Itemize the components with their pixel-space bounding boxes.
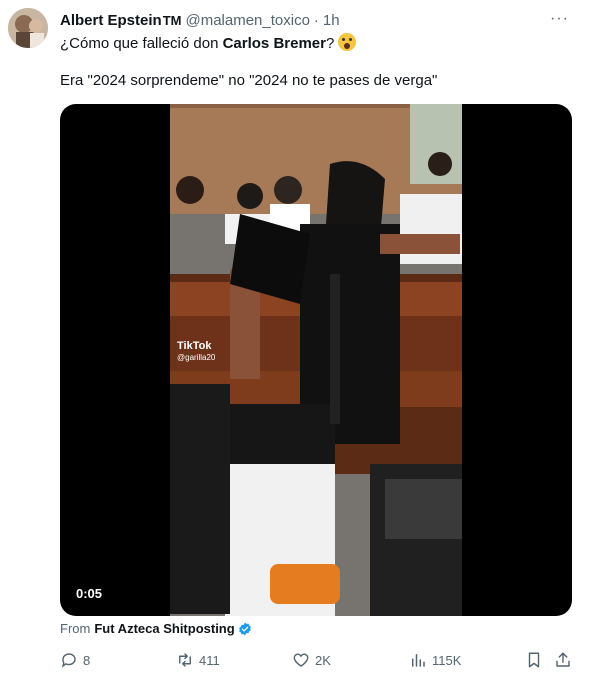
watermark-handle: @garilla20	[177, 353, 216, 362]
share-icon	[556, 652, 570, 667]
share-button[interactable]	[554, 651, 572, 669]
retweet-icon	[179, 653, 191, 667]
video-player[interactable]: TikTok @garilla20 0:05	[60, 104, 572, 616]
source-attribution: From Fut Azteca Shitposting	[60, 621, 252, 636]
tweet-text-line-1: ¿Cómo que falleció don Carlos Bremer?	[60, 33, 357, 52]
avatar[interactable]	[8, 8, 48, 48]
timestamp[interactable]: 1h	[323, 12, 340, 29]
source-name[interactable]: Fut Azteca Shitposting	[94, 621, 234, 636]
reply-button[interactable]: 8	[60, 651, 90, 669]
author-name[interactable]: Albert Epstein	[60, 12, 162, 29]
reply-icon	[61, 653, 76, 668]
video-duration: 0:05	[76, 586, 103, 601]
bookmark-icon	[528, 652, 540, 668]
tiktok-watermark: TikTok @garilla20	[177, 340, 215, 364]
like-count: 2K	[315, 652, 331, 668]
avatar-image	[8, 8, 48, 48]
tweet-header: Albert Epstein TM @malamen_toxico · 1h ·…	[60, 10, 569, 30]
line1-prefix: ¿Cómo que falleció don	[60, 35, 223, 52]
bookmark-button[interactable]	[525, 651, 543, 669]
line1-suffix: ?	[325, 35, 335, 52]
tweet-text-line-2: Era "2024 sorprendeme" no "2024 no te pa…	[60, 72, 438, 89]
action-bar: 8 411 2K 115K	[60, 650, 573, 670]
views-button[interactable]: 115K	[409, 651, 461, 669]
retweet-button[interactable]: 411	[176, 651, 220, 669]
author-suffix: TM	[162, 12, 182, 28]
author-handle[interactable]: @malamen_toxico	[185, 12, 309, 29]
video-frame: TikTok @garilla20	[170, 104, 462, 616]
separator: ·	[313, 11, 319, 29]
reply-count: 8	[83, 652, 91, 668]
verified-badge-icon	[238, 622, 251, 635]
view-count: 115K	[432, 652, 462, 668]
source-prefix: From	[60, 621, 91, 636]
heart-icon	[293, 653, 309, 667]
watermark-title: TikTok	[177, 340, 212, 352]
more-options-icon[interactable]: ···	[550, 10, 569, 28]
line1-bold: Carlos Bremer	[222, 35, 326, 52]
retweet-count: 411	[199, 652, 220, 668]
like-button[interactable]: 2K	[292, 651, 331, 669]
views-icon	[412, 654, 425, 667]
screaming-face-icon	[338, 33, 357, 51]
